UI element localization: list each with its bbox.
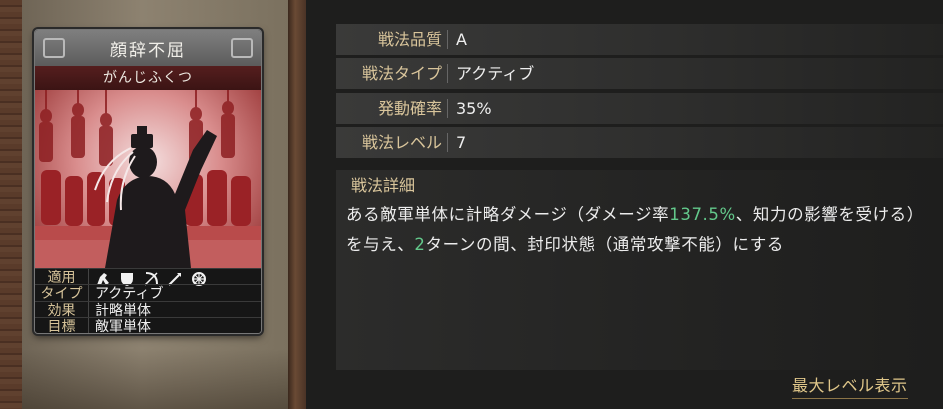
card-name: 顔辞不屈: [110, 40, 186, 61]
detail-description: ある敵軍単体に計略ダメージ（ダメージ率137.5%、知力の影響を受ける）を与え、…: [346, 200, 938, 260]
card-title-bar: 顔辞不屈: [35, 30, 261, 66]
scroll-shadow: [22, 349, 288, 409]
silhouette-art: [35, 90, 261, 268]
probability-value: 35%: [456, 99, 492, 118]
damage-rate-value: 137.5%: [669, 205, 736, 224]
target-label: 目標: [35, 318, 89, 333]
probability-label: 発動確率: [377, 99, 442, 118]
max-level-button[interactable]: 最大レベル表示: [792, 374, 908, 399]
divider: [447, 64, 448, 83]
card-info-table: 適用 タイプ アクティブ 効果 計略単体 目標 敵軍単体: [35, 268, 261, 333]
tactic-card[interactable]: 顔辞不屈 がんじふくつ 適用 タイプ アクティブ 効果 計略単体 目標 敵軍単体: [34, 29, 262, 334]
detail-label: 戦法詳細: [351, 176, 416, 195]
level-value: 7: [456, 133, 467, 152]
ornament-icon: [231, 38, 253, 58]
ornament-icon: [43, 38, 65, 58]
stat-row-level: 戦法レベル 7: [336, 127, 943, 158]
level-label: 戦法レベル: [361, 133, 442, 152]
divider: [447, 133, 448, 152]
target-value: 敵軍単体: [95, 319, 151, 334]
tactic-detail-panel: 戦法品質 A 戦法タイプ アクティブ 発動確率 35% 戦法レベル 7 戦法詳細…: [306, 0, 943, 409]
right-wood-frame: [288, 0, 306, 409]
divider: [447, 30, 448, 49]
info-row-target: 目標 敵軍単体: [35, 317, 261, 334]
tactic-type-label: 戦法タイプ: [361, 64, 442, 83]
detail-text-part: ターンの間、封印状態（通常攻撃不能）にする: [425, 235, 784, 254]
card-artwork: [35, 90, 261, 268]
quality-value: A: [456, 30, 467, 49]
detail-text-part: ある敵軍単体に計略ダメージ（ダメージ率: [346, 205, 670, 224]
stat-row-probability: 発動確率 35%: [336, 93, 943, 124]
stat-row-quality: 戦法品質 A: [336, 24, 943, 55]
left-wood-frame: [0, 0, 22, 409]
card-reading: がんじふくつ: [35, 66, 261, 90]
stat-row-type: 戦法タイプ アクティブ: [336, 58, 943, 89]
turn-count-value: 2: [414, 235, 426, 254]
tactic-type-value: アクティブ: [456, 64, 535, 83]
divider: [447, 99, 448, 118]
quality-label: 戦法品質: [377, 30, 442, 49]
